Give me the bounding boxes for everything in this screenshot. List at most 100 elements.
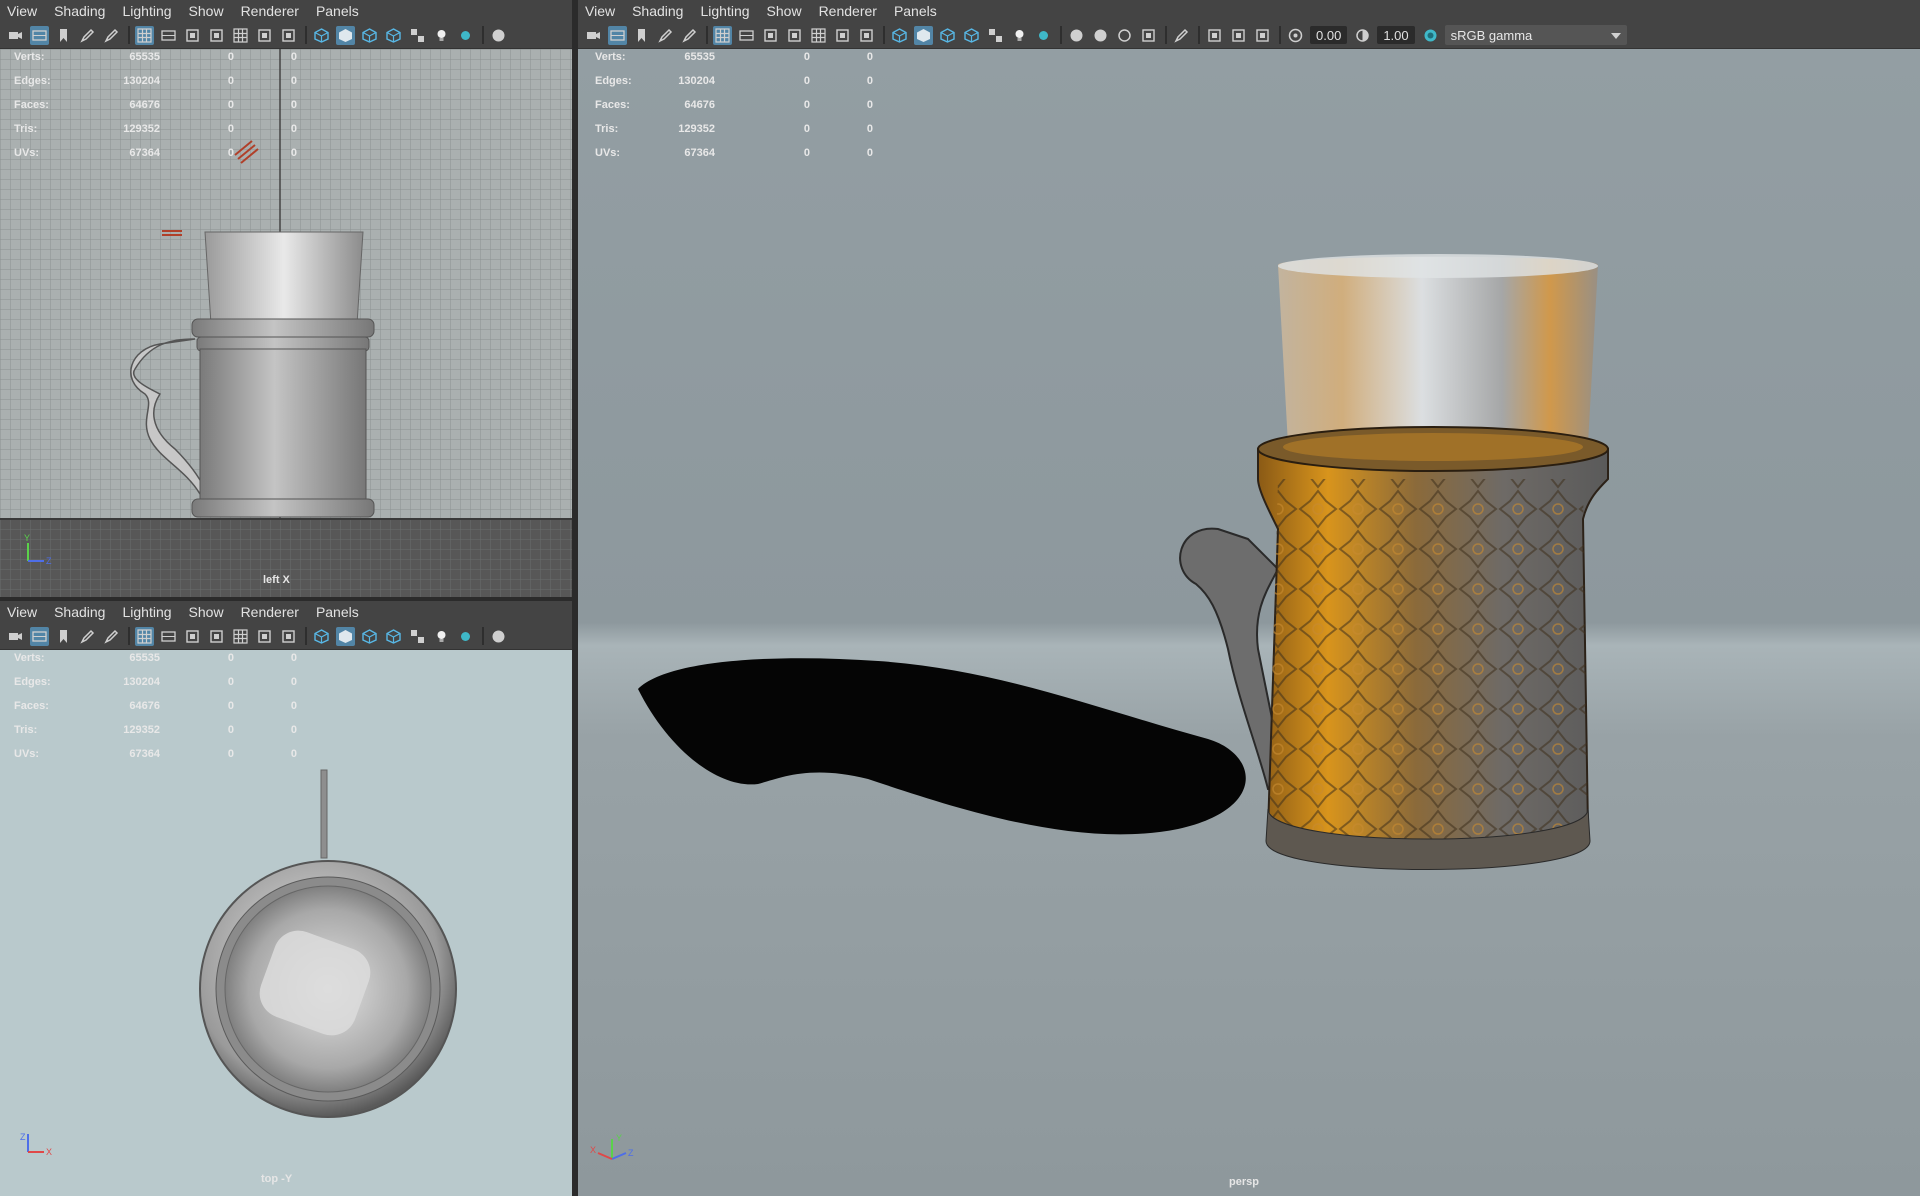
bulb-icon[interactable] [1010, 26, 1029, 45]
viewport-persp[interactable]: Y Z X Verts: 65535 0 0 Edges: 130204 0 0 Faces: 6… [578, 49, 1920, 1196]
safe-title-icon[interactable] [279, 627, 298, 646]
textured-icon[interactable] [384, 627, 403, 646]
gate-mask-icon[interactable] [785, 26, 804, 45]
wireframe-icon[interactable] [312, 26, 331, 45]
grid-icon[interactable] [135, 626, 154, 646]
menu-lighting[interactable]: Lighting [693, 3, 759, 19]
safe-action-icon[interactable] [255, 26, 274, 45]
safe-action-icon[interactable] [255, 627, 274, 646]
camera-attr-icon[interactable] [608, 25, 627, 45]
xray-icon[interactable] [1091, 26, 1110, 45]
menu-lighting[interactable]: Lighting [115, 604, 181, 620]
safe-action-icon[interactable] [833, 26, 852, 45]
film-gate-icon[interactable] [737, 26, 756, 45]
shadows-icon[interactable] [456, 627, 475, 646]
motion-blur-icon[interactable] [1253, 26, 1272, 45]
camera-icon[interactable] [6, 627, 25, 646]
screen-space-ao-icon[interactable] [1229, 26, 1248, 45]
camera-icon[interactable] [584, 26, 603, 45]
field-chart-icon[interactable] [231, 26, 250, 45]
shadows-icon[interactable] [1034, 26, 1053, 45]
film-gate-icon[interactable] [159, 627, 178, 646]
menu-view[interactable]: View [0, 604, 47, 620]
gamma-field[interactable]: 1.00 [1377, 26, 1415, 44]
resolution-gate-icon[interactable] [183, 26, 202, 45]
hud-row: Edges: 130204 0 0 [14, 676, 314, 700]
snap-icon[interactable] [680, 26, 699, 45]
menu-panels[interactable]: Panels [309, 3, 369, 19]
shadows-icon[interactable] [456, 26, 475, 45]
smooth-shade-icon[interactable] [914, 25, 933, 45]
viewport-top[interactable]: X Z Verts: 65535 0 0 Edges: 130204 0 0 Faces: 646… [0, 650, 572, 1196]
bulb-icon[interactable] [432, 26, 451, 45]
color-space-icon[interactable] [1421, 26, 1440, 45]
field-chart-icon[interactable] [231, 627, 250, 646]
menu-show[interactable]: Show [182, 604, 234, 620]
lights-icon[interactable] [986, 26, 1005, 45]
snap-icon[interactable] [102, 26, 121, 45]
menu-lighting[interactable]: Lighting [115, 3, 181, 19]
wire-on-shaded-icon[interactable] [360, 627, 379, 646]
pane-divider-vertical[interactable] [572, 0, 578, 1196]
viewport-left[interactable]: Y Z Verts: 65535 0 0 Edges: 130204 0 0 Faces: 646… [0, 49, 572, 597]
wireframe-icon[interactable] [890, 26, 909, 45]
svg-text:Y: Y [24, 533, 30, 543]
gate-mask-icon[interactable] [207, 627, 226, 646]
hud-v1: 130204 [123, 75, 160, 87]
snap-icon[interactable] [102, 627, 121, 646]
smooth-shade-icon[interactable] [336, 626, 355, 646]
pen-icon[interactable] [656, 26, 675, 45]
xray-components-icon[interactable] [1139, 26, 1158, 45]
film-gate-icon[interactable] [159, 26, 178, 45]
bookmark-icon[interactable] [54, 627, 73, 646]
color-space-dropdown[interactable]: sRGB gamma [1444, 25, 1627, 45]
menu-show[interactable]: Show [182, 3, 234, 19]
pen-icon[interactable] [78, 627, 97, 646]
field-chart-icon[interactable] [809, 26, 828, 45]
multi-sample-icon[interactable] [1205, 26, 1224, 45]
grid-icon[interactable] [135, 25, 154, 45]
grid-icon[interactable] [713, 25, 732, 45]
resolution-gate-icon[interactable] [761, 26, 780, 45]
exposure-icon[interactable] [1286, 26, 1305, 45]
menu-renderer[interactable]: Renderer [234, 604, 309, 620]
camera-icon[interactable] [6, 26, 25, 45]
camera-attr-icon[interactable] [30, 25, 49, 45]
menu-show[interactable]: Show [760, 3, 812, 19]
menu-panels[interactable]: Panels [309, 604, 369, 620]
camera-attr-icon[interactable] [30, 626, 49, 646]
lights-icon[interactable] [408, 26, 427, 45]
bookmark-icon[interactable] [54, 26, 73, 45]
xray-joints-icon[interactable] [1115, 26, 1134, 45]
isolate-icon[interactable] [489, 26, 508, 45]
select-icon[interactable] [1172, 26, 1191, 45]
menu-view[interactable]: View [0, 3, 47, 19]
smooth-shade-icon[interactable] [336, 25, 355, 45]
menu-renderer[interactable]: Renderer [234, 3, 309, 19]
safe-title-icon[interactable] [279, 26, 298, 45]
gamma-icon[interactable] [1353, 26, 1372, 45]
menu-shading[interactable]: Shading [47, 3, 115, 19]
menu-shading[interactable]: Shading [625, 3, 693, 19]
safe-title-icon[interactable] [857, 26, 876, 45]
gate-mask-icon[interactable] [207, 26, 226, 45]
exposure-field[interactable]: 0.00 [1310, 26, 1348, 44]
textured-icon[interactable] [962, 26, 981, 45]
lights-icon[interactable] [408, 627, 427, 646]
menu-panels[interactable]: Panels [887, 3, 947, 19]
textured-icon[interactable] [384, 26, 403, 45]
isolate-icon[interactable] [489, 627, 508, 646]
menu-renderer[interactable]: Renderer [812, 3, 887, 19]
wireframe-icon[interactable] [312, 627, 331, 646]
menu-shading[interactable]: Shading [47, 604, 115, 620]
bookmark-icon[interactable] [632, 26, 651, 45]
wire-on-shaded-icon[interactable] [938, 26, 957, 45]
pane-divider-horizontal[interactable] [0, 597, 572, 601]
menu-view[interactable]: View [578, 3, 625, 19]
pen-icon[interactable] [78, 26, 97, 45]
resolution-gate-icon[interactable] [183, 627, 202, 646]
isolate-icon[interactable] [1067, 26, 1086, 45]
bulb-icon[interactable] [432, 627, 451, 646]
hud-row: Edges: 130204 0 0 [14, 75, 314, 99]
wire-on-shaded-icon[interactable] [360, 26, 379, 45]
